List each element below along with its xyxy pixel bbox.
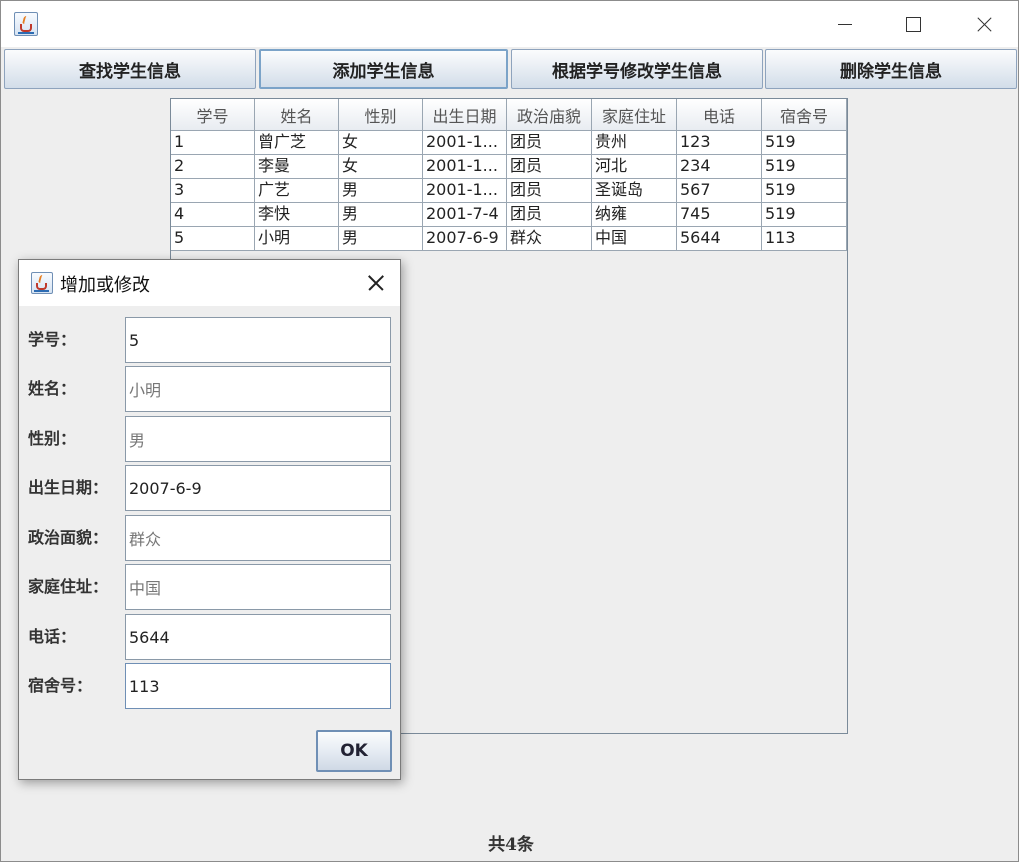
table-cell[interactable]: 团员 bbox=[507, 131, 592, 155]
add-student-button[interactable]: 添加学生信息 bbox=[259, 49, 508, 89]
birth-date-field[interactable] bbox=[125, 465, 391, 511]
ok-button[interactable]: OK bbox=[316, 730, 392, 772]
political-status-label: 政治面貌： bbox=[28, 528, 109, 547]
close-window-button[interactable] bbox=[960, 1, 1006, 47]
table-cell[interactable]: 2001-7-4 bbox=[423, 203, 507, 227]
table-cell[interactable]: 小明 bbox=[255, 227, 339, 251]
table-cell[interactable]: 女 bbox=[339, 131, 423, 155]
table-row[interactable]: 5 小明 男 2007-6-9 群众 中国 5644 113 bbox=[171, 227, 847, 251]
table-row[interactable]: 2 李曼 女 2001-1... 团员 河北 234 519 bbox=[171, 155, 847, 179]
table-cell[interactable]: 519 bbox=[762, 203, 847, 227]
name-label: 姓名： bbox=[28, 379, 77, 398]
table-cell[interactable]: 567 bbox=[677, 179, 762, 203]
record-count-label: 共4条 bbox=[488, 834, 534, 855]
table-cell[interactable]: 2 bbox=[171, 155, 255, 179]
student-id-label: 学号： bbox=[28, 330, 77, 349]
table-row[interactable]: 4 李快 男 2001-7-4 团员 纳雍 745 519 bbox=[171, 203, 847, 227]
table-cell[interactable]: 纳雍 bbox=[592, 203, 677, 227]
maximize-button[interactable] bbox=[890, 1, 936, 47]
column-header[interactable]: 性别 bbox=[339, 99, 423, 131]
table-cell[interactable]: 745 bbox=[677, 203, 762, 227]
table-cell[interactable]: 团员 bbox=[507, 203, 592, 227]
column-header[interactable]: 电话 bbox=[677, 99, 762, 131]
table-cell[interactable]: 女 bbox=[339, 155, 423, 179]
dorm-number-field[interactable] bbox=[125, 663, 391, 709]
home-address-label: 家庭住址： bbox=[28, 577, 109, 596]
table-cell[interactable]: 团员 bbox=[507, 155, 592, 179]
table-cell[interactable]: 男 bbox=[339, 227, 423, 251]
table-row[interactable]: 3 广艺 男 2001-1... 团员 圣诞岛 567 519 bbox=[171, 179, 847, 203]
table-cell[interactable]: 群众 bbox=[507, 227, 592, 251]
table-cell[interactable]: 河北 bbox=[592, 155, 677, 179]
close-icon[interactable] bbox=[360, 268, 390, 298]
find-student-button[interactable]: 查找学生信息 bbox=[4, 49, 256, 89]
birth-date-label: 出生日期： bbox=[28, 478, 109, 497]
column-header[interactable]: 姓名 bbox=[255, 99, 339, 131]
table-cell[interactable]: 中国 bbox=[592, 227, 677, 251]
table-cell[interactable]: 男 bbox=[339, 179, 423, 203]
column-header[interactable]: 出生日期 bbox=[423, 99, 507, 131]
table-cell[interactable]: 男 bbox=[339, 203, 423, 227]
table-cell[interactable]: 519 bbox=[762, 155, 847, 179]
dialog-title-bar: 增加或修改 bbox=[19, 260, 400, 306]
table-body: 1 曾广芝 女 2001-1... 团员 贵州 123 519 2 李曼 女 2… bbox=[171, 131, 847, 251]
table-cell[interactable]: 贵州 bbox=[592, 131, 677, 155]
modify-by-id-button[interactable]: 根据学号修改学生信息 bbox=[511, 49, 763, 89]
name-field[interactable] bbox=[125, 366, 391, 412]
table-header: 学号 姓名 性别 出生日期 政治庙貌 家庭住址 电话 宿舍号 bbox=[171, 99, 847, 131]
java-app-icon bbox=[14, 12, 38, 36]
title-bar bbox=[1, 1, 1018, 47]
table-cell[interactable]: 5 bbox=[171, 227, 255, 251]
table-cell[interactable]: 234 bbox=[677, 155, 762, 179]
phone-field[interactable] bbox=[125, 614, 391, 660]
home-address-field[interactable] bbox=[125, 564, 391, 610]
dorm-number-label: 宿舍号： bbox=[28, 676, 93, 695]
table-cell[interactable]: 广艺 bbox=[255, 179, 339, 203]
gender-label: 性别： bbox=[28, 429, 77, 448]
table-cell[interactable]: 113 bbox=[762, 227, 847, 251]
table-row[interactable]: 1 曾广芝 女 2001-1... 团员 贵州 123 519 bbox=[171, 131, 847, 155]
java-app-icon bbox=[31, 272, 53, 294]
table-cell[interactable]: 李快 bbox=[255, 203, 339, 227]
table-cell[interactable]: 2001-1... bbox=[423, 179, 507, 203]
minimize-button[interactable] bbox=[821, 1, 867, 47]
political-status-field[interactable] bbox=[125, 515, 391, 561]
column-header[interactable]: 宿舍号 bbox=[762, 99, 847, 131]
dialog-title: 增加或修改 bbox=[60, 275, 150, 296]
table-cell[interactable]: 圣诞岛 bbox=[592, 179, 677, 203]
column-header[interactable]: 家庭住址 bbox=[592, 99, 677, 131]
table-cell[interactable]: 123 bbox=[677, 131, 762, 155]
table-cell[interactable]: 519 bbox=[762, 179, 847, 203]
table-cell[interactable]: 2001-1... bbox=[423, 155, 507, 179]
table-cell[interactable]: 1 bbox=[171, 131, 255, 155]
table-cell[interactable]: 曾广芝 bbox=[255, 131, 339, 155]
column-header[interactable]: 政治庙貌 bbox=[507, 99, 592, 131]
student-id-field[interactable] bbox=[125, 317, 391, 363]
table-cell[interactable]: 团员 bbox=[507, 179, 592, 203]
table-cell[interactable]: 2007-6-9 bbox=[423, 227, 507, 251]
delete-student-button[interactable]: 删除学生信息 bbox=[765, 49, 1017, 89]
table-cell[interactable]: 李曼 bbox=[255, 155, 339, 179]
table-cell[interactable]: 4 bbox=[171, 203, 255, 227]
phone-label: 电话： bbox=[28, 627, 77, 646]
column-header[interactable]: 学号 bbox=[171, 99, 255, 131]
gender-field[interactable] bbox=[125, 416, 391, 462]
table-cell[interactable]: 2001-1... bbox=[423, 131, 507, 155]
add-or-modify-dialog: 增加或修改 学号： 姓名： 性别： 出生日期： 政治面貌： 家庭住址： 电话： … bbox=[18, 259, 401, 780]
table-cell[interactable]: 3 bbox=[171, 179, 255, 203]
table-cell[interactable]: 519 bbox=[762, 131, 847, 155]
table-cell[interactable]: 5644 bbox=[677, 227, 762, 251]
